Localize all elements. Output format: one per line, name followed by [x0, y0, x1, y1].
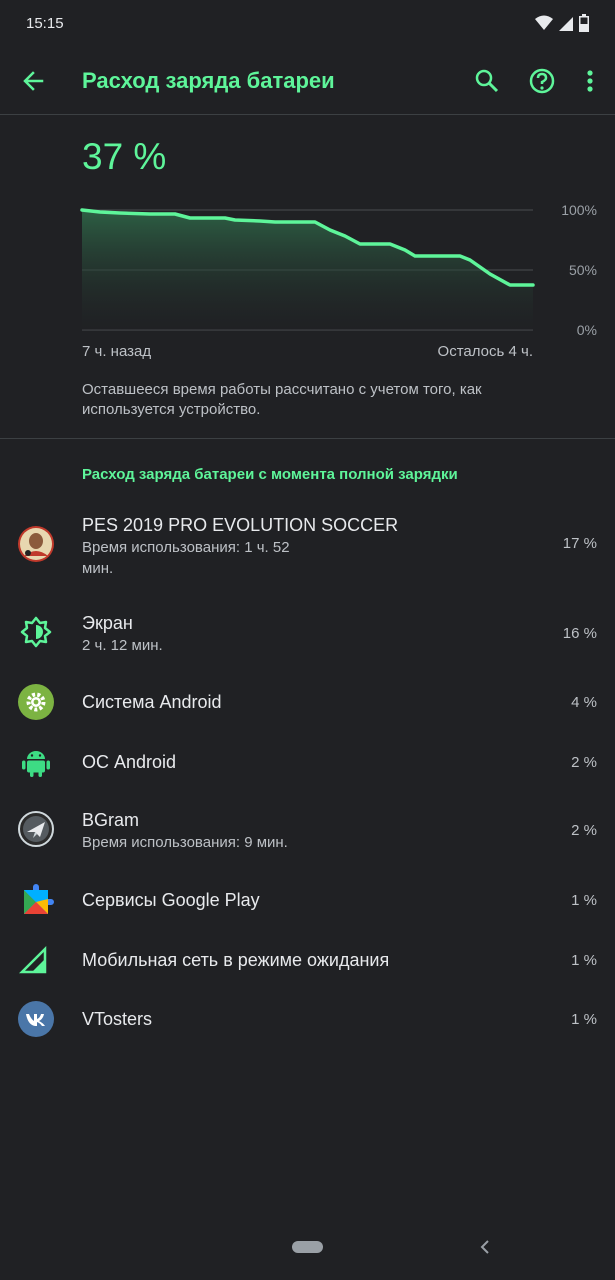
section-header: Расход заряда батареи с момента полной з…	[82, 466, 458, 483]
app-name: ОС Android	[82, 752, 177, 772]
search-icon[interactable]	[472, 66, 502, 96]
bgram-app-icon	[18, 811, 54, 847]
app-percent: 1 %	[571, 892, 597, 909]
app-row-vtosters[interactable]: VTosters 1 %	[0, 999, 615, 1039]
chart-start-label: 7 ч. назад	[82, 343, 152, 360]
status-icons	[535, 14, 589, 32]
home-pill-button[interactable]	[292, 1241, 323, 1253]
app-row-android-system[interactable]: Система Android 4 %	[0, 682, 615, 722]
app-name: Экран	[82, 613, 133, 633]
app-name: Мобильная сеть в режиме ожидания	[82, 950, 390, 970]
battery-percentage: 37 %	[82, 136, 167, 177]
estimate-note: Оставшееся время работы рассчитано с уче…	[82, 381, 482, 418]
more-options-icon[interactable]	[575, 66, 605, 96]
toolbar: Расход заряда батареи	[0, 48, 615, 115]
navigation-bar	[0, 1224, 615, 1280]
app-name: BGram	[82, 810, 140, 830]
app-row-mobile-standby[interactable]: Мобильная сеть в режиме ожидания 1 %	[0, 940, 615, 980]
signal-icon	[559, 17, 573, 31]
wifi-icon	[535, 15, 553, 30]
app-row-google-play-services[interactable]: Сервисы Google Play 1 %	[0, 880, 615, 920]
app-percent: 16 %	[562, 625, 597, 642]
app-percent: 1 %	[571, 952, 597, 969]
back-arrow-icon[interactable]	[18, 66, 48, 96]
app-row-pes[interactable]: PES 2019 PRO EVOLUTION SOCCER Время испо…	[0, 508, 615, 588]
page-title: Расход заряда батареи	[82, 68, 335, 93]
app-name: PES 2019 PRO EVOLUTION SOCCER	[82, 515, 399, 535]
chart-label-50: 50%	[569, 262, 597, 278]
chart-end-label: Осталось 4 ч.	[437, 343, 533, 360]
app-percent: 2 %	[571, 754, 597, 771]
chart-label-100: 100%	[561, 202, 597, 218]
app-percent: 2 %	[571, 822, 597, 839]
app-name: VTosters	[82, 1009, 153, 1029]
android-system-gear-icon	[18, 684, 54, 720]
android-robot-icon	[22, 751, 50, 777]
app-row-android-os[interactable]: ОС Android 2 %	[0, 742, 615, 782]
status-bar: 15:15	[0, 0, 615, 48]
vk-app-icon	[18, 1001, 54, 1037]
app-percent: 17 %	[562, 535, 597, 552]
pes-app-icon	[18, 526, 54, 562]
screen-brightness-icon	[20, 616, 52, 648]
app-usage: Время использования: 1 ч. 52 мин.	[82, 539, 290, 577]
status-time: 15:15	[26, 15, 64, 32]
app-name: Система Android	[82, 692, 222, 712]
app-usage: Время использования: 9 мин.	[82, 834, 288, 851]
divider	[0, 438, 615, 439]
app-usage: 2 ч. 12 мин.	[82, 637, 163, 654]
help-icon[interactable]	[527, 66, 557, 96]
app-percent: 4 %	[571, 694, 597, 711]
app-row-screen[interactable]: Экран 2 ч. 12 мин. 16 %	[0, 605, 615, 665]
app-name: Сервисы Google Play	[82, 890, 260, 910]
cell-signal-icon	[18, 945, 47, 974]
google-play-services-icon	[24, 884, 54, 914]
app-percent: 1 %	[571, 1011, 597, 1028]
nav-back-icon[interactable]	[478, 1238, 492, 1256]
battery-usage-chart: 100% 50% 0%	[80, 202, 597, 338]
chart-label-0: 0%	[577, 322, 597, 338]
chart-area-fill	[82, 210, 533, 330]
app-row-bgram[interactable]: BGram Время использования: 9 мин. 2 %	[0, 802, 615, 862]
battery-icon	[579, 14, 589, 32]
